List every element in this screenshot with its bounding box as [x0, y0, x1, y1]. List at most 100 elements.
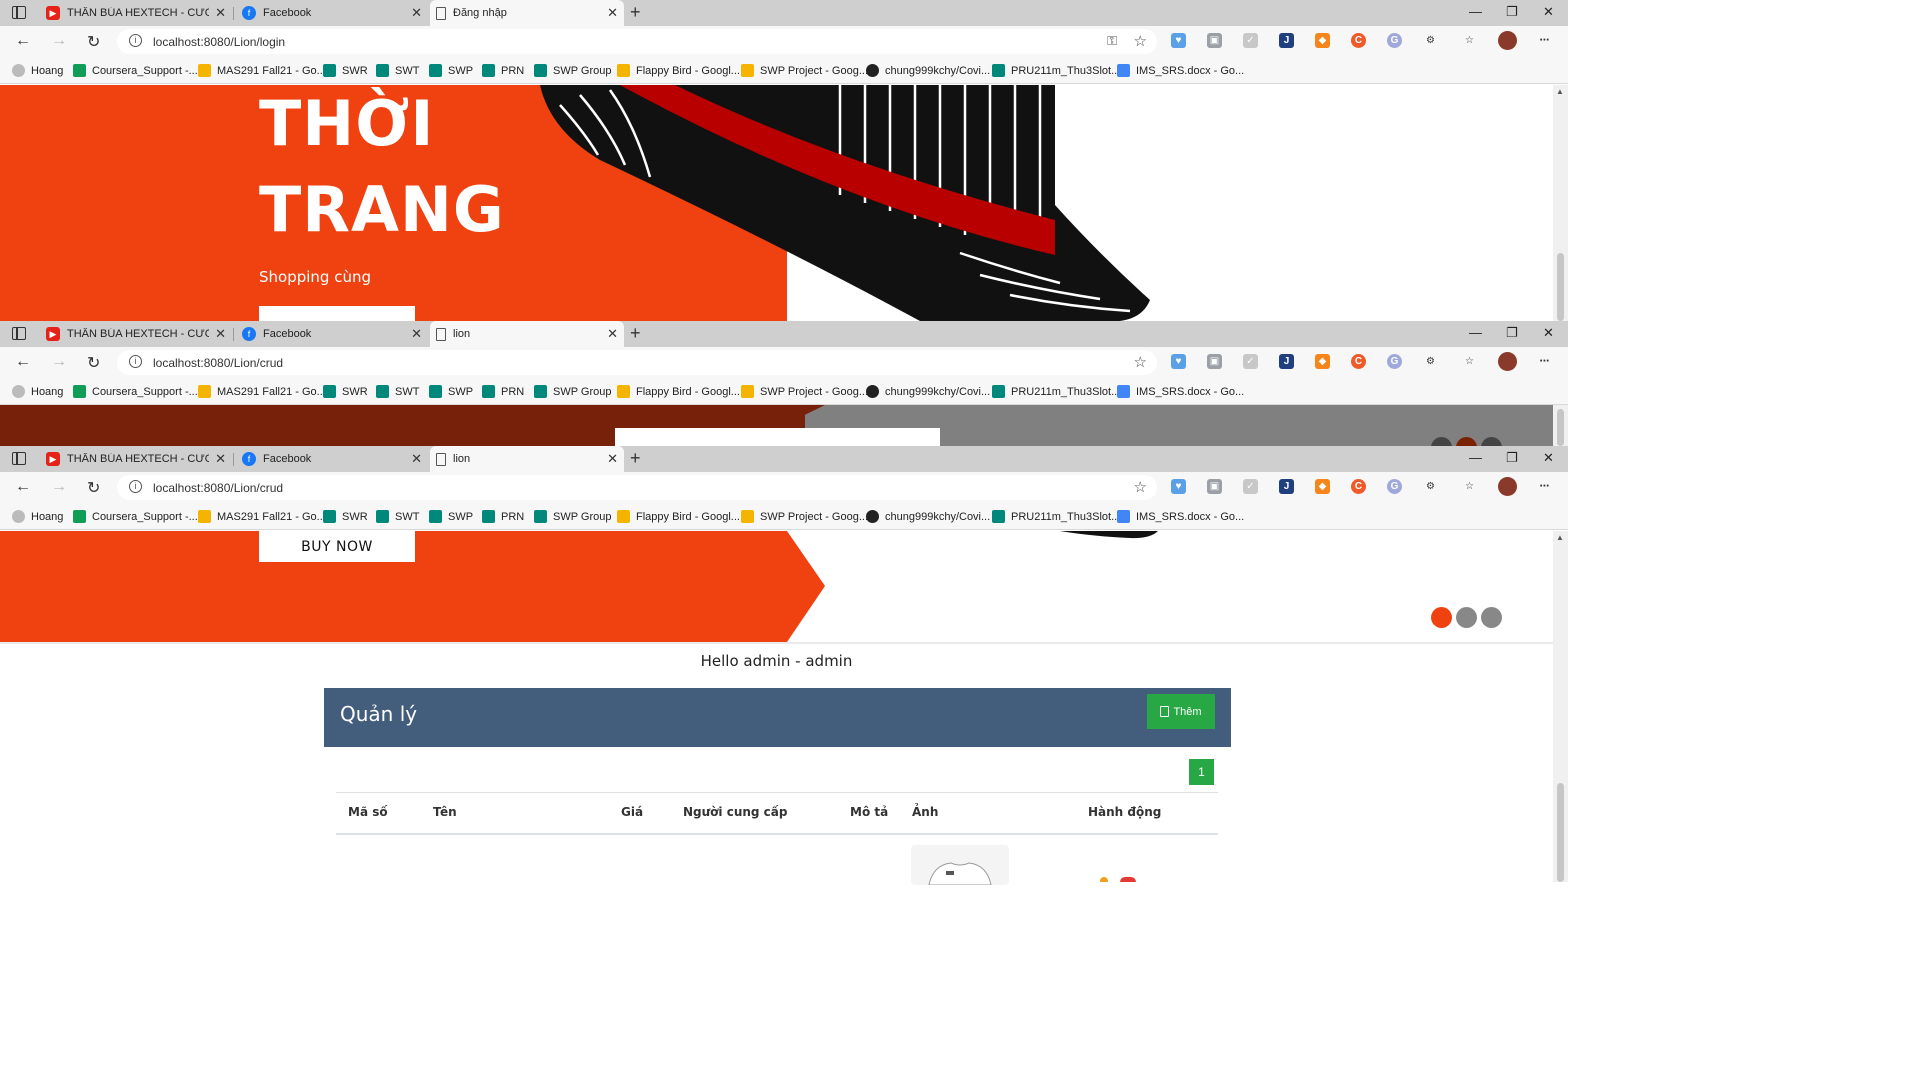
info-icon[interactable]: i	[129, 34, 142, 47]
close-icon[interactable]: ✕	[215, 326, 226, 342]
favorites-icon[interactable]: ☆	[1462, 354, 1477, 369]
bookmark-item[interactable]: SWR	[323, 64, 368, 77]
extension-icon[interactable]: ♥	[1171, 354, 1186, 369]
bookmark-item[interactable]: MAS291 Fall21 - Go...	[198, 64, 326, 77]
avatar[interactable]	[1498, 477, 1517, 496]
forward-icon[interactable]: →	[51, 32, 67, 50]
avatar[interactable]	[1498, 31, 1517, 50]
extension-icon[interactable]: ▣	[1207, 33, 1222, 48]
bookmark-item[interactable]: IMS_SRS.docx - Go...	[1117, 510, 1244, 523]
scroll-up-icon[interactable]: ▲	[1556, 87, 1564, 96]
extensions-icon[interactable]: ⚙	[1423, 354, 1438, 369]
extension-icon[interactable]: J	[1279, 479, 1294, 494]
bookmark-item[interactable]: chung999kchy/Covi...	[866, 64, 990, 77]
close-window-icon[interactable]: ✕	[1543, 4, 1554, 20]
modal-dialog-top[interactable]	[615, 428, 940, 446]
delete-icon[interactable]	[1120, 877, 1136, 882]
back-icon[interactable]: ←	[15, 353, 31, 371]
extension-icon[interactable]: ✓	[1243, 33, 1258, 48]
bookmark-item[interactable]: SWT	[376, 510, 419, 523]
close-window-icon[interactable]: ✕	[1543, 325, 1554, 341]
bookmark-item[interactable]: PRN	[482, 510, 524, 523]
avatar[interactable]	[1498, 352, 1517, 371]
bookmark-item[interactable]: Hoang	[12, 385, 63, 398]
tab-active[interactable]: lion ✕	[430, 446, 624, 472]
bookmark-item[interactable]: Coursera_Support -...	[73, 385, 198, 398]
restore-icon[interactable]: ❐	[1506, 325, 1518, 341]
tab-active[interactable]: lion ✕	[430, 321, 624, 347]
extension-icon[interactable]: ✓	[1243, 479, 1258, 494]
minimize-icon[interactable]: —	[1469, 4, 1482, 19]
add-button[interactable]: Thêm	[1147, 694, 1215, 729]
address-bar[interactable]: i localhost:8080/Lion/crud ☆	[117, 475, 1157, 500]
metamask-icon[interactable]: ◆	[1315, 33, 1330, 48]
scrollbar[interactable]: ▲	[1553, 85, 1568, 321]
extensions-icon[interactable]: ⚙	[1423, 33, 1438, 48]
reload-icon[interactable]: ↻	[87, 353, 100, 373]
forward-icon[interactable]: →	[51, 353, 67, 371]
bookmark-item[interactable]: PRU211m_Thu3Slot...	[992, 510, 1120, 523]
bookmark-item[interactable]: PRN	[482, 64, 524, 77]
carousel-dot[interactable]	[1481, 437, 1502, 446]
close-icon[interactable]: ✕	[411, 326, 422, 342]
more-icon[interactable]: ⋯	[1537, 479, 1552, 494]
extension-icon[interactable]: C	[1351, 354, 1366, 369]
favorites-icon[interactable]: ☆	[1462, 479, 1477, 494]
bookmark-item[interactable]: Flappy Bird - Googl...	[617, 64, 740, 77]
extension-icon[interactable]: C	[1351, 479, 1366, 494]
metamask-icon[interactable]: ◆	[1315, 479, 1330, 494]
favorite-star-icon[interactable]: ☆	[1134, 353, 1147, 371]
bookmark-item[interactable]: Flappy Bird - Googl...	[617, 385, 740, 398]
bookmark-item[interactable]: Flappy Bird - Googl...	[617, 510, 740, 523]
buy-now-button-partial[interactable]	[259, 306, 415, 321]
new-tab-button[interactable]: +	[630, 2, 641, 23]
carousel-dot-active[interactable]	[1431, 607, 1452, 628]
tab-youtube[interactable]: ▶ THẦN BÚA HEXTECH - CƯỜNG ✕	[40, 446, 232, 472]
more-icon[interactable]: ⋯	[1537, 33, 1552, 48]
new-tab-button[interactable]: +	[630, 448, 641, 469]
bookmark-item[interactable]: PRU211m_Thu3Slot...	[992, 64, 1120, 77]
minimize-icon[interactable]: —	[1469, 325, 1482, 340]
bookmark-item[interactable]: SWR	[323, 510, 368, 523]
carousel-dot[interactable]	[1481, 607, 1502, 628]
bookmark-item[interactable]: SWR	[323, 385, 368, 398]
tab-facebook[interactable]: f Facebook ✕	[236, 321, 428, 347]
bookmark-item[interactable]: PRN	[482, 385, 524, 398]
carousel-dot[interactable]	[1431, 437, 1452, 446]
buy-now-button[interactable]: BUY NOW	[259, 531, 415, 562]
info-icon[interactable]: i	[129, 355, 142, 368]
bookmark-item[interactable]: IMS_SRS.docx - Go...	[1117, 64, 1244, 77]
tab-facebook[interactable]: f Facebook ✕	[236, 446, 428, 472]
bookmark-item[interactable]: SWP Project - Goog...	[741, 385, 868, 398]
scrollbar[interactable]: ▲	[1553, 531, 1568, 882]
bookmark-item[interactable]: chung999kchy/Covi...	[866, 510, 990, 523]
key-icon[interactable]: ⚿	[1107, 33, 1117, 49]
edit-icon[interactable]	[1100, 877, 1108, 882]
restore-icon[interactable]: ❐	[1506, 4, 1518, 20]
close-icon[interactable]: ✕	[607, 326, 618, 342]
close-icon[interactable]: ✕	[607, 451, 618, 467]
bookmark-item[interactable]: Hoang	[12, 510, 63, 523]
bookmark-item[interactable]: Coursera_Support -...	[73, 510, 198, 523]
restore-icon[interactable]: ❐	[1506, 450, 1518, 466]
bookmark-item[interactable]: SWT	[376, 64, 419, 77]
minimize-icon[interactable]: —	[1469, 450, 1482, 465]
forward-icon[interactable]: →	[51, 478, 67, 496]
bookmark-item[interactable]: IMS_SRS.docx - Go...	[1117, 385, 1244, 398]
extension-icon[interactable]: ♥	[1171, 479, 1186, 494]
favorite-star-icon[interactable]: ☆	[1134, 32, 1147, 50]
carousel-dot[interactable]	[1456, 607, 1477, 628]
extension-icon[interactable]: J	[1279, 33, 1294, 48]
close-icon[interactable]: ✕	[215, 5, 226, 21]
back-icon[interactable]: ←	[15, 32, 31, 50]
extension-icon[interactable]: ▣	[1207, 354, 1222, 369]
reload-icon[interactable]: ↻	[87, 478, 100, 498]
close-icon[interactable]: ✕	[411, 5, 422, 21]
more-icon[interactable]: ⋯	[1537, 354, 1552, 369]
extension-icon[interactable]: J	[1279, 354, 1294, 369]
close-icon[interactable]: ✕	[215, 451, 226, 467]
bookmark-item[interactable]: PRU211m_Thu3Slot...	[992, 385, 1120, 398]
bookmark-item[interactable]: SWP Group	[534, 64, 612, 77]
bookmark-item[interactable]: SWT	[376, 385, 419, 398]
address-bar[interactable]: i localhost:8080/Lion/crud ☆	[117, 350, 1157, 375]
